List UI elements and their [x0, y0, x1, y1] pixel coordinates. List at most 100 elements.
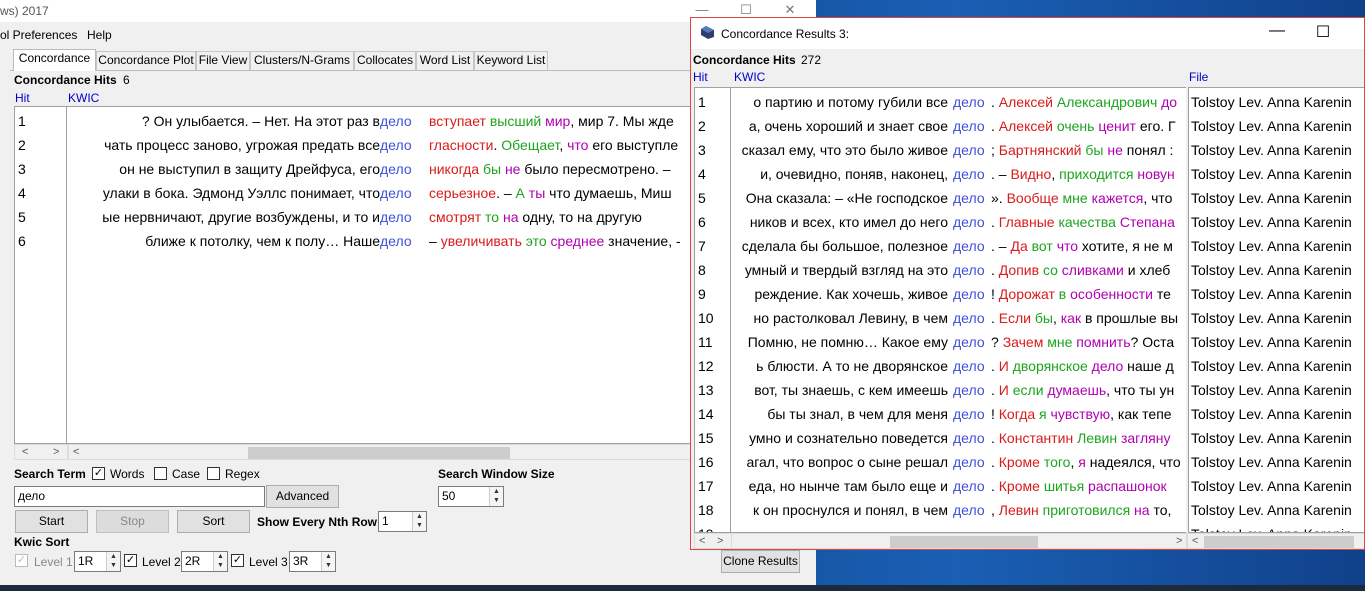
hit-number[interactable]: 16	[698, 450, 714, 474]
hit-number[interactable]: 4	[18, 181, 26, 205]
spin-arrows-icon[interactable]: ▲ ▼	[489, 487, 503, 506]
file-name[interactable]: Tolstoy Lev. Anna Karenin	[1191, 474, 1352, 498]
file-name[interactable]: Tolstoy Lev. Anna Karenin	[1191, 306, 1352, 330]
kwic-line[interactable]: ь блюсти. А то не дворянское дело. И двор…	[731, 354, 1186, 378]
menu-tool-preferences[interactable]: ol Preferences	[0, 28, 77, 42]
kwic-line[interactable]	[731, 522, 1186, 532]
file-name[interactable]: Tolstoy Lev. Anna Karenin	[1191, 258, 1352, 282]
clone-results-button[interactable]: Clone Results	[721, 550, 800, 573]
kwic-line[interactable]: агал, что вопрос о сыне решал дело. Кроме…	[731, 450, 1186, 474]
scroll-left-arrow-icon[interactable]: <	[1192, 534, 1198, 548]
kwic-line[interactable]: умный и твердый взгляд на это дело. Допив…	[731, 258, 1186, 282]
keyword-node[interactable]: дело	[953, 210, 985, 234]
keyword-node[interactable]: дело	[380, 157, 412, 181]
keyword-node[interactable]: дело	[953, 474, 985, 498]
keyword-node[interactable]: дело	[380, 229, 412, 253]
keyword-node[interactable]: дело	[953, 498, 985, 522]
hit-number[interactable]: 9	[698, 282, 706, 306]
window-size-input[interactable]: 50 ▲ ▼	[438, 486, 504, 507]
scroll-left-arrow-icon[interactable]: <	[22, 445, 28, 459]
keyword-node[interactable]: дело	[380, 205, 412, 229]
kwic-line[interactable]: умно и сознательно поведется дело. Конста…	[731, 426, 1186, 450]
file-name[interactable]: Tolstoy Lev. Anna Karenin	[1191, 498, 1352, 522]
case-checkbox[interactable]	[154, 467, 167, 480]
results-kwic-scrollbar[interactable]: >	[731, 533, 1187, 549]
keyword-node[interactable]: дело	[953, 378, 985, 402]
file-name[interactable]: Tolstoy Lev. Anna Karenin	[1191, 378, 1352, 402]
spin-arrows-icon[interactable]: ▲ ▼	[106, 552, 120, 571]
kwic-line[interactable]: бы ты знал, в чем для меня дело! Когда я …	[731, 402, 1186, 426]
results-file-list[interactable]: Tolstoy Lev. Anna Karenin Tolstoy Lev. An…	[1188, 87, 1364, 533]
hit-number[interactable]: 15	[698, 426, 714, 450]
menu-help[interactable]: Help	[87, 28, 112, 42]
file-name[interactable]: Tolstoy Lev. Anna Karenin	[1191, 354, 1352, 378]
file-name[interactable]: Tolstoy Lev. Anna Karenin	[1191, 162, 1352, 186]
hit-number[interactable]: 3	[18, 157, 26, 181]
hit-number[interactable]: 10	[698, 306, 714, 330]
spin-arrows-icon[interactable]: ▲ ▼	[213, 552, 227, 571]
hit-number[interactable]: 1	[18, 109, 26, 133]
tab-word-list[interactable]: Word List	[416, 51, 474, 70]
hit-number[interactable]: 4	[698, 162, 706, 186]
level2-select[interactable]: 2R ▲ ▼	[181, 551, 228, 572]
scroll-right-arrow-icon[interactable]: >	[1176, 534, 1182, 548]
file-name[interactable]: Tolstoy Lev. Anna Karenin	[1191, 522, 1352, 532]
keyword-node[interactable]: дело	[953, 426, 985, 450]
file-name[interactable]: Tolstoy Lev. Anna Karenin	[1191, 90, 1352, 114]
level3-checkbox[interactable]: ✓	[231, 554, 244, 567]
tab-clusters-ngrams[interactable]: Clusters/N-Grams	[250, 51, 354, 70]
keyword-node[interactable]: дело	[953, 354, 985, 378]
keyword-node[interactable]: дело	[380, 109, 412, 133]
keyword-node[interactable]: дело	[953, 114, 985, 138]
kwic-line[interactable]: о партию и потому губили все дело. Алексе…	[731, 90, 1186, 114]
hit-number[interactable]: 13	[698, 378, 714, 402]
sort-button[interactable]: Sort	[177, 510, 250, 533]
kwic-line[interactable]: сказал ему, что это было живое дело; Барт…	[731, 138, 1186, 162]
keyword-node[interactable]: дело	[953, 234, 985, 258]
file-name[interactable]: Tolstoy Lev. Anna Karenin	[1191, 138, 1352, 162]
file-name[interactable]: Tolstoy Lev. Anna Karenin	[1191, 330, 1352, 354]
hit-number[interactable]: 11	[698, 330, 713, 354]
column-header-kwic[interactable]: KWIC	[68, 91, 99, 105]
kwic-line[interactable]: Она сказала: – «Не господское дело». Вооб…	[731, 186, 1186, 210]
level1-select[interactable]: 1R ▲ ▼	[74, 551, 121, 572]
file-name[interactable]: Tolstoy Lev. Anna Karenin	[1191, 114, 1352, 138]
tab-collocates[interactable]: Collocates	[354, 51, 416, 70]
minimize-button[interactable]: —	[1254, 22, 1300, 40]
keyword-node[interactable]: дело	[953, 306, 985, 330]
keyword-node[interactable]: дело	[953, 162, 985, 186]
kwic-line[interactable]: ников и всех, кто имел до него дело. Глав…	[731, 210, 1186, 234]
search-term-input[interactable]: дело	[14, 486, 265, 507]
words-checkbox[interactable]: ✓	[92, 467, 105, 480]
stop-button[interactable]: Stop	[96, 510, 169, 533]
kwic-line[interactable]: а, очень хороший и знает свое дело. Алекс…	[731, 114, 1186, 138]
results-file-scroll-thumb[interactable]	[1204, 536, 1354, 548]
file-name[interactable]: Tolstoy Lev. Anna Karenin	[1191, 426, 1352, 450]
hit-number[interactable]: 1	[698, 90, 706, 114]
regex-checkbox[interactable]	[207, 467, 220, 480]
tab-keyword-list[interactable]: Keyword List	[474, 51, 548, 70]
hit-number[interactable]: 12	[698, 354, 714, 378]
tab-file-view[interactable]: File View	[196, 51, 250, 70]
column-header-file[interactable]: File	[1189, 70, 1208, 84]
kwic-line[interactable]: к он проснулся и понял, в чем дело, Левин…	[731, 498, 1186, 522]
hit-scrollbar[interactable]: < >	[14, 444, 68, 460]
kwic-line[interactable]: но растолковал Левину, в чем дело. Если б…	[731, 306, 1186, 330]
spin-arrows-icon[interactable]: ▲ ▼	[321, 552, 335, 571]
hit-number[interactable]: 18	[698, 498, 714, 522]
scroll-right-arrow-icon[interactable]: >	[53, 445, 59, 459]
spin-arrows-icon[interactable]: ▲ ▼	[412, 512, 426, 531]
scroll-left-arrow-icon[interactable]: <	[73, 445, 79, 459]
kwic-line[interactable]: еда, но нынче там было еще и дело. Кроме …	[731, 474, 1186, 498]
hit-number[interactable]: 5	[18, 205, 26, 229]
hit-number[interactable]: 5	[698, 186, 706, 210]
scroll-right-arrow-icon[interactable]: >	[717, 534, 723, 548]
nth-row-input[interactable]: 1 ▲ ▼	[378, 511, 427, 532]
hit-number[interactable]: 2	[698, 114, 706, 138]
file-name[interactable]: Tolstoy Lev. Anna Karenin	[1191, 234, 1352, 258]
results-hit-number-list[interactable]: 12345678910111213141516171819	[694, 87, 731, 533]
hit-number[interactable]: 3	[698, 138, 706, 162]
maximize-button[interactable]: ☐	[1300, 22, 1346, 42]
hit-number[interactable]: 19	[698, 522, 714, 532]
scroll-left-arrow-icon[interactable]: <	[699, 534, 705, 548]
